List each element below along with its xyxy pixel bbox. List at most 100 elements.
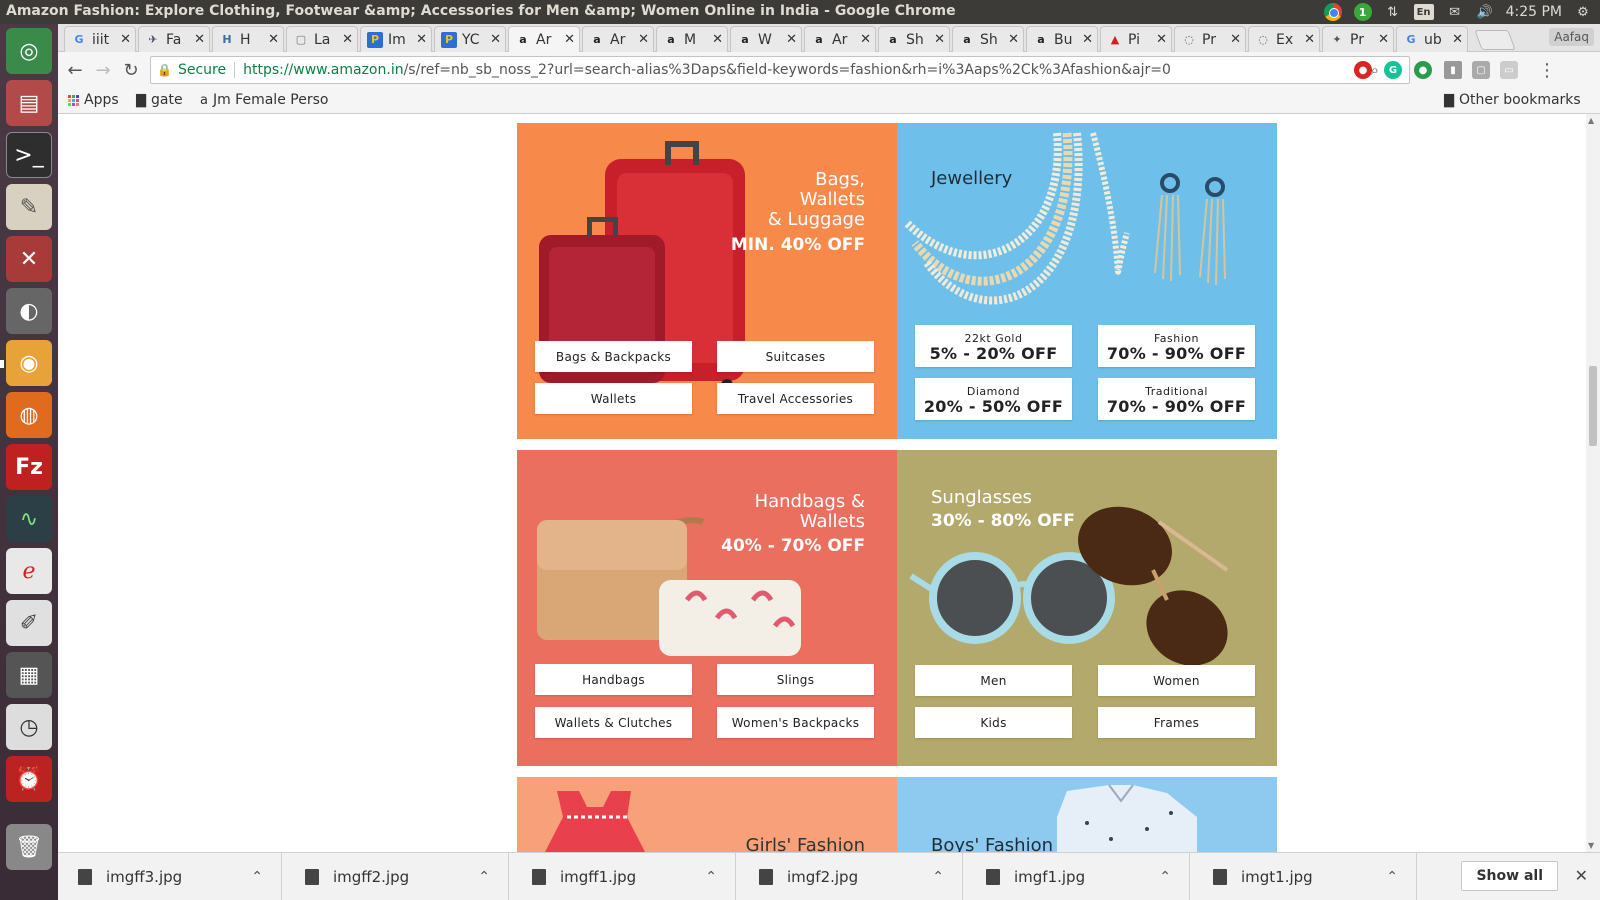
tab-close-icon[interactable]: ✕: [1082, 32, 1093, 47]
browser-tab[interactable]: a Sh ✕: [878, 26, 950, 52]
button-slings[interactable]: Slings: [717, 664, 874, 695]
tab-close-icon[interactable]: ✕: [194, 32, 205, 47]
disk-utility-icon[interactable]: ◐: [6, 288, 52, 334]
forward-arrow-icon[interactable]: →: [92, 59, 114, 81]
calculator-icon[interactable]: ▦: [6, 652, 52, 698]
browser-tab[interactable]: Gub ✕: [1396, 26, 1468, 52]
browser-tab[interactable]: ▲ Pi ✕: [1100, 26, 1172, 52]
button-frames[interactable]: Frames: [1098, 707, 1255, 738]
tab-close-icon[interactable]: ✕: [1230, 32, 1241, 47]
update-badge-icon[interactable]: 1: [1353, 3, 1372, 21]
extension-grammarly-icon[interactable]: G: [1384, 61, 1402, 79]
tab-close-icon[interactable]: ✕: [342, 32, 353, 47]
chrome-menu-icon[interactable]: ⋮: [1536, 59, 1558, 81]
button-men[interactable]: Men: [915, 665, 1072, 696]
bookmark-other[interactable]: ▇ Other bookmarks: [1444, 92, 1581, 108]
chevron-up-icon[interactable]: ⌃: [251, 869, 263, 885]
download-item[interactable]: imgff1.jpg ⌃: [512, 853, 736, 900]
chrome-tray-icon[interactable]: [1323, 3, 1342, 21]
tile-jewellery[interactable]: Jewellery 22kt Gold 5% - 20% OFF Fashion…: [897, 123, 1277, 439]
tab-close-icon[interactable]: ✕: [416, 32, 427, 47]
text-editor-icon[interactable]: ✎: [6, 184, 52, 230]
profile-button[interactable]: Aafaq: [1549, 28, 1594, 46]
new-tab-button[interactable]: [1474, 30, 1516, 50]
bookmark-jm-female[interactable]: a Jm Female Perso: [200, 92, 328, 108]
button-women[interactable]: Women: [1098, 665, 1255, 696]
network-icon[interactable]: ⇅: [1384, 3, 1402, 21]
url-text[interactable]: https://www.amazon.in/s/ref=nb_sb_noss_2…: [243, 62, 1171, 78]
chevron-up-icon[interactable]: ⌃: [1159, 869, 1171, 885]
clock-app-icon[interactable]: ◷: [6, 704, 52, 750]
browser-tab[interactable]: ✦ Pr ✕: [1322, 26, 1394, 52]
button-fashion-jewellery[interactable]: Fashion 70% - 90% OFF: [1098, 325, 1255, 367]
settings-gear-icon[interactable]: ⚙: [1574, 3, 1592, 21]
browser-tab[interactable]: a Ar ✕: [582, 26, 654, 52]
button-wallets-clutches[interactable]: Wallets & Clutches: [535, 707, 692, 738]
button-kids[interactable]: Kids: [915, 707, 1072, 738]
mail-icon[interactable]: ✉: [1446, 3, 1464, 21]
volume-icon[interactable]: 🔊: [1476, 3, 1494, 21]
browser-tab[interactable]: ▢ La ✕: [286, 26, 358, 52]
tab-close-icon[interactable]: ✕: [1156, 32, 1167, 47]
scroll-up-arrow-icon[interactable]: ▲: [1588, 116, 1594, 125]
filezilla-icon[interactable]: Fz: [6, 444, 52, 490]
alarm-icon[interactable]: ⏰: [6, 756, 52, 802]
scroll-down-arrow-icon[interactable]: ▼: [1588, 841, 1594, 850]
tile-boys-fashion[interactable]: Boys' Fashion: [897, 777, 1277, 852]
scrollbar-thumb[interactable]: [1589, 366, 1597, 446]
browser-tab[interactable]: ✈ Fa ✕: [138, 26, 210, 52]
extension-square-icon[interactable]: ▢: [1472, 61, 1490, 79]
button-diamond[interactable]: Diamond 20% - 50% OFF: [915, 378, 1072, 420]
keyboard-layout-indicator[interactable]: En: [1413, 4, 1434, 20]
browser-tab[interactable]: a Ar ✕: [508, 26, 580, 52]
file-manager-icon[interactable]: ▤: [6, 80, 52, 126]
page-scrollbar[interactable]: ▲ ▼: [1586, 114, 1600, 852]
close-download-shelf-icon[interactable]: ✕: [1575, 866, 1588, 885]
clock[interactable]: 4:25 PM: [1506, 4, 1562, 20]
button-suitcases[interactable]: Suitcases: [717, 341, 874, 372]
extension-adblock-icon[interactable]: ●: [1354, 61, 1372, 79]
tab-close-icon[interactable]: ✕: [1378, 32, 1389, 47]
button-traditional[interactable]: Traditional 70% - 90% OFF: [1098, 378, 1255, 420]
browser-tab[interactable]: a Ar ✕: [804, 26, 876, 52]
browser-tab[interactable]: a Sh ✕: [952, 26, 1024, 52]
button-bags-backpacks[interactable]: Bags & Backpacks: [535, 341, 692, 372]
browser-tab[interactable]: ◌ Ex ✕: [1248, 26, 1320, 52]
browser-tab[interactable]: Giiit ✕: [64, 26, 136, 52]
chevron-up-icon[interactable]: ⌃: [478, 869, 490, 885]
chevron-up-icon[interactable]: ⌃: [932, 869, 944, 885]
tab-close-icon[interactable]: ✕: [564, 32, 575, 47]
tab-close-icon[interactable]: ✕: [1008, 32, 1019, 47]
extension-cast-icon[interactable]: ▭: [1500, 61, 1518, 79]
download-item[interactable]: imgf1.jpg ⌃: [966, 853, 1190, 900]
tile-bags-wallets-luggage[interactable]: Bags, Wallets & Luggage MIN. 40% OFF Bag…: [517, 123, 897, 439]
system-settings-icon[interactable]: ✕: [6, 236, 52, 282]
tab-close-icon[interactable]: ✕: [1452, 32, 1463, 47]
button-handbags[interactable]: Handbags: [535, 664, 692, 695]
tab-close-icon[interactable]: ✕: [786, 32, 797, 47]
trash-icon[interactable]: 🗑: [6, 824, 52, 870]
button-travel-accessories[interactable]: Travel Accessories: [717, 383, 874, 414]
dash-home-icon[interactable]: ◎: [6, 28, 52, 74]
button-22kt-gold[interactable]: 22kt Gold 5% - 20% OFF: [915, 325, 1072, 367]
browser-tab[interactable]: P YC ✕: [434, 26, 506, 52]
tab-close-icon[interactable]: ✕: [120, 32, 131, 47]
browser-tab[interactable]: a W ✕: [730, 26, 802, 52]
terminal-icon[interactable]: >_: [6, 132, 52, 178]
bookmark-gate[interactable]: ▇ gate: [136, 92, 183, 108]
reload-icon[interactable]: ↻: [120, 59, 142, 81]
notes-icon[interactable]: ✐: [6, 600, 52, 646]
bookmark-apps[interactable]: Apps: [68, 92, 119, 108]
tile-handbags-wallets[interactable]: Handbags & Wallets 40% - 70% OFF Handbag…: [517, 450, 897, 766]
tab-close-icon[interactable]: ✕: [934, 32, 945, 47]
browser-tab[interactable]: H H ✕: [212, 26, 284, 52]
browser-tab[interactable]: ◌ Pr ✕: [1174, 26, 1246, 52]
tab-close-icon[interactable]: ✕: [490, 32, 501, 47]
tab-close-icon[interactable]: ✕: [712, 32, 723, 47]
browser-tab[interactable]: P Im ✕: [360, 26, 432, 52]
extension-gray-icon[interactable]: ▮: [1444, 61, 1462, 79]
address-bar[interactable]: 🔒 Secure https://www.amazon.in/s/ref=nb_…: [150, 56, 1410, 84]
extension-green-icon[interactable]: ●: [1414, 61, 1432, 79]
download-item[interactable]: imgf2.jpg ⌃: [739, 853, 963, 900]
download-item[interactable]: imgff2.jpg ⌃: [285, 853, 509, 900]
